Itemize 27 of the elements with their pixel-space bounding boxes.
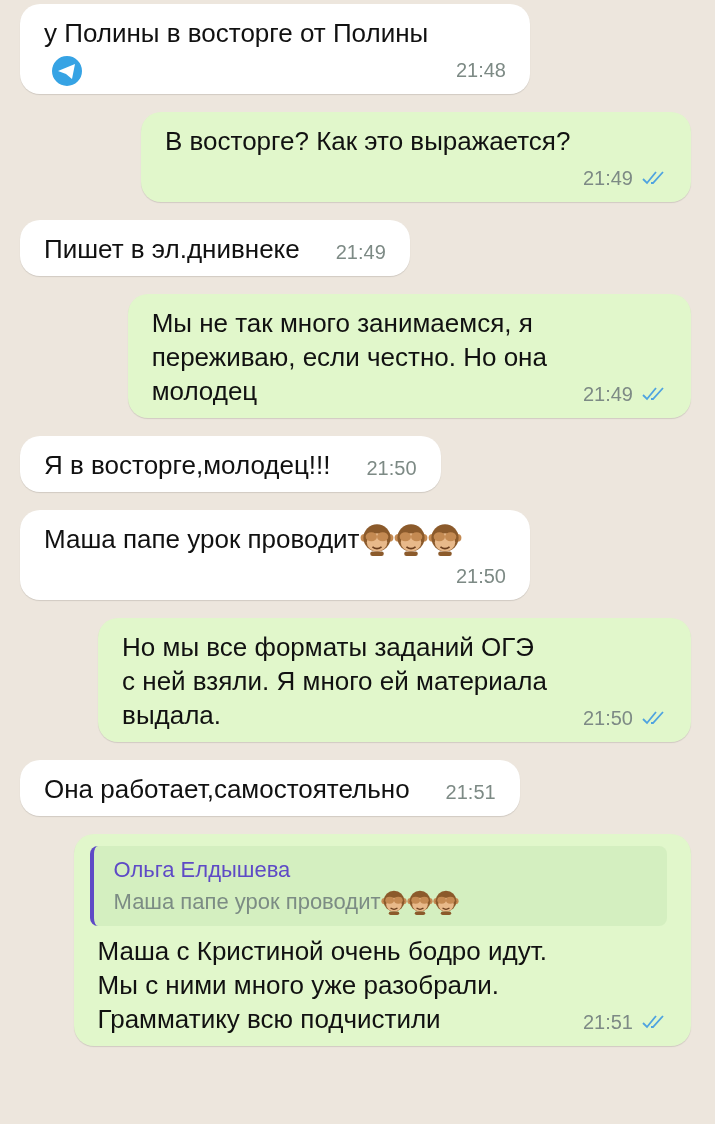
message-time: 21:50 bbox=[455, 566, 506, 586]
message-time: 21:51 bbox=[582, 1012, 633, 1032]
monkey-icon bbox=[359, 522, 394, 556]
message-text: Маша с Кристиной очень бодро идут. Мы с ними много уже разобрали. Грамматику всю подчистили bbox=[97, 935, 547, 1036]
monkey-icon bbox=[406, 889, 433, 915]
quote-text: Маша папе урок проводит bbox=[113, 888, 381, 916]
message-text: Но мы все форматы заданий ОГЭ с ней взяли. Я много ей материала выдала. bbox=[122, 631, 547, 732]
monkey-icon bbox=[393, 522, 428, 556]
message-time: 21:50 bbox=[366, 458, 417, 478]
message-time: 21:50 bbox=[582, 708, 633, 728]
message-time: 21:49 bbox=[335, 242, 386, 262]
message-text: Мы не так много занимаемся, я переживаю, если честно. Но она молодец bbox=[151, 307, 547, 408]
quote-author: Ольга Елдышева bbox=[113, 856, 292, 884]
message-text: Маша папе урок проводит bbox=[44, 523, 360, 556]
monkey-icon bbox=[432, 889, 459, 915]
monkey-icon bbox=[427, 522, 462, 556]
message-time: 21:51 bbox=[445, 782, 496, 802]
message-time: 21:49 bbox=[582, 168, 633, 188]
message-text: Я в восторге,молодец!!! bbox=[44, 449, 331, 482]
message-time: 21:49 bbox=[582, 384, 633, 404]
message-time: 21:48 bbox=[455, 60, 506, 80]
message-text: Она работает,самостоятельно bbox=[44, 773, 410, 806]
message-text: у Полины в восторге от Полины bbox=[44, 17, 429, 50]
message-text: В восторге? Как это выражается? bbox=[165, 125, 571, 158]
monkey-icon bbox=[380, 889, 407, 915]
message-text: Пишет в эл.днивнеке bbox=[44, 233, 300, 266]
paper-plane-icon bbox=[50, 54, 84, 88]
